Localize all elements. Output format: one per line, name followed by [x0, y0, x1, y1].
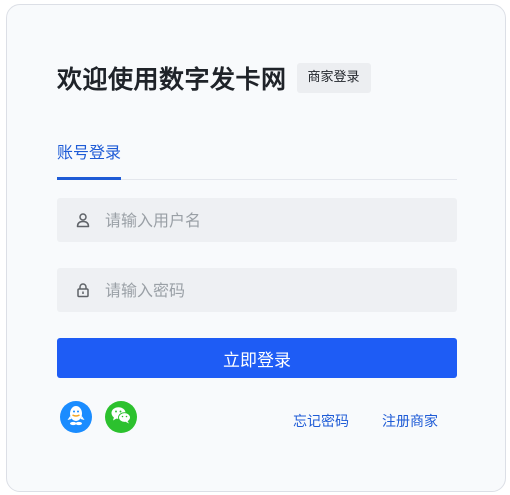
page-title: 欢迎使用数字发卡网: [57, 65, 287, 94]
lock-icon: [73, 280, 93, 300]
qq-login-button[interactable]: [60, 401, 92, 433]
username-input[interactable]: [105, 210, 457, 230]
username-field[interactable]: [57, 198, 457, 242]
login-tabs: 账号登录: [57, 139, 457, 180]
merchant-login-badge[interactable]: 商家登录: [296, 63, 371, 93]
forgot-password-link[interactable]: 忘记密码: [293, 411, 349, 431]
qq-icon: [66, 404, 86, 430]
login-button[interactable]: 立即登录: [57, 338, 457, 378]
tab-account-login[interactable]: 账号登录: [57, 139, 122, 180]
title-row: 欢迎使用数字发卡网 商家登录: [57, 61, 371, 95]
password-input[interactable]: [105, 280, 457, 300]
login-card: 欢迎使用数字发卡网 商家登录 账号登录 立即登录: [6, 4, 506, 492]
wechat-icon: [110, 405, 132, 429]
password-field[interactable]: [57, 268, 457, 312]
register-merchant-link[interactable]: 注册商家: [382, 411, 438, 431]
wechat-login-button[interactable]: [105, 401, 137, 433]
user-icon: [73, 210, 93, 230]
